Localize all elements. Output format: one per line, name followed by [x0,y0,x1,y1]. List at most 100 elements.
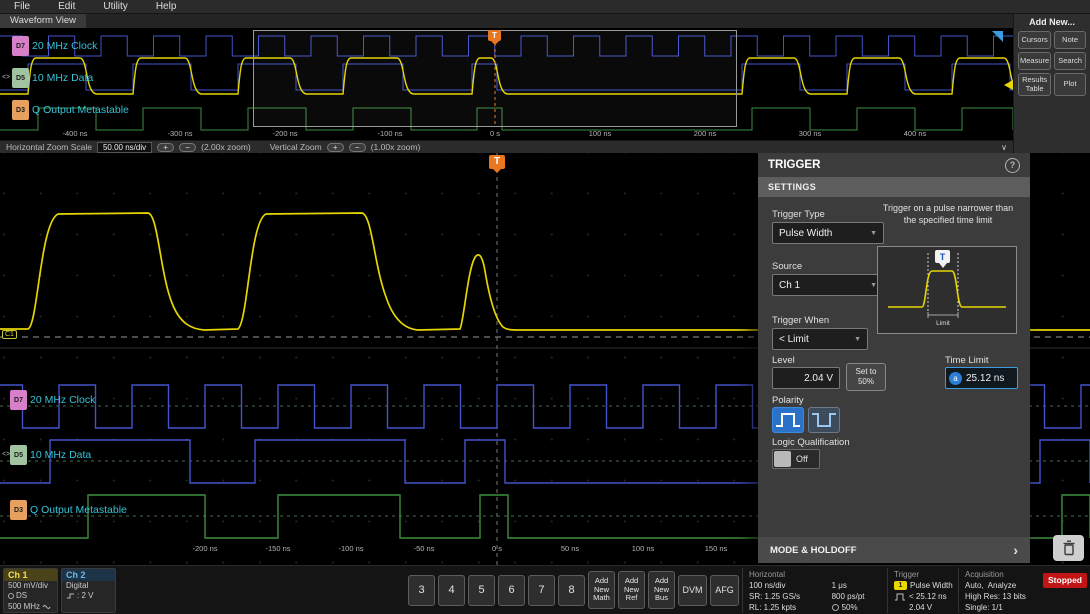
afg-button[interactable]: AFG [710,574,739,606]
channel-button-row: 3 4 5 6 7 8 Add New Math Add New Ref Add New Bus DVM AFG [408,571,739,609]
menu-utility[interactable]: Utility [89,1,141,12]
trigger-status-panel[interactable]: Trigger 1 Pulse Width < 25.12 ns 2.04 V [887,567,955,613]
trigger-type-dropdown[interactable]: Pulse Width ▼ [772,222,884,244]
channel-3-button[interactable]: 3 [408,574,435,606]
cursors-button[interactable]: Cursors [1018,31,1052,49]
channel-label-d3: Q Output Metastable [30,504,127,516]
results-table-button[interactable]: Results Table [1018,73,1052,97]
channel-5-button[interactable]: 5 [468,574,495,606]
horizontal-zoom-scale-value[interactable]: 50.00 ns/div [96,141,153,153]
h-zoom-factor: (2.00x zoom) [201,142,251,152]
pulse-width-icon [895,593,905,600]
channel-badge-d3[interactable]: D3 [12,100,29,120]
add-new-math-button[interactable]: Add New Math [588,571,615,609]
trigger-position-flag-main[interactable]: T [489,155,505,169]
expand-handle-icon[interactable]: <> [2,451,10,458]
waveform-view-tab[interactable]: Waveform View [0,14,86,28]
logic-qualification-label: Logic Qualification [772,437,850,448]
mode-holdoff-section[interactable]: MODE & HOLDOFF › [758,537,1030,563]
channel-badge-d5[interactable]: D5 [12,68,29,88]
acquisition-status-badge: Stopped [1043,573,1087,588]
trigger-status-value: 2.04 V [909,602,933,612]
menu-edit[interactable]: Edit [44,1,89,12]
ch1-bandwidth: 500 MHz [8,601,41,611]
time-label: -50 ns [413,544,435,553]
collapse-chevron-icon[interactable]: ∨ [1001,143,1007,152]
time-label: -100 ns [338,544,364,553]
channel-badge-d3[interactable]: D3 [10,500,27,520]
channel-badge-d7[interactable]: D7 [12,36,29,56]
help-icon[interactable]: ? [1005,157,1020,173]
polarity-positive-button[interactable] [772,407,804,433]
set-to-50-button[interactable]: Set to 50% [846,363,886,391]
ch2-threshold: : 2 V [77,591,94,600]
level-input[interactable]: 2.04 V [772,367,840,389]
trigger-when-dropdown[interactable]: < Limit ▼ [772,328,868,350]
expand-handle-icon[interactable]: <> [2,74,10,81]
logic-qualification-toggle[interactable]: Off [772,449,820,469]
time-label: 0 s [491,544,503,553]
acquisition-value: Single: 1/1 [965,602,1003,612]
time-limit-input[interactable]: a 25.12 ns [945,367,1018,389]
trigger-status-value: 1 Pulse Width [894,580,955,591]
time-label: 0 s [489,129,501,138]
settings-tab[interactable]: SETTINGS [758,177,1030,197]
h-zoom-out-button[interactable]: − [179,142,197,152]
add-new-bus-button[interactable]: Add New Bus [648,571,675,609]
menu-help[interactable]: Help [142,1,191,12]
trigger-type-value: Pulse Width [779,227,833,239]
channel-badge-d5[interactable]: D5 [10,445,27,465]
plot-button[interactable]: Plot [1054,73,1086,97]
zoom-scale-bar: Horizontal Zoom Scale 50.00 ns/div + − (… [0,140,1013,153]
horizontal-value: RL: 1.25 kpts [749,602,797,612]
acquisition-panel[interactable]: Acquisition Auto, Analyze High Res: 13 bi… [958,567,1040,613]
chevron-down-icon: ▼ [870,281,877,289]
channel-6-button[interactable]: 6 [498,574,525,606]
horizontal-panel[interactable]: Horizontal 100 ns/div 1 μs SR: 1.25 GS/s 80… [742,567,884,613]
svg-text:T: T [940,252,946,262]
trigger-status-title: Trigger [894,569,920,579]
menu-file[interactable]: File [0,1,44,12]
overview-strip[interactable]: T D7 20 MHz Clock <> D5 10 MHz Data D3 Q Outpu… [0,28,1013,140]
main-waveform-view[interactable]: T C1 TRIGGER ? SETTINGS Trigger Type Pul… [0,153,1090,565]
time-label: -200 ns [192,544,218,553]
note-button[interactable]: Note [1054,31,1086,49]
channel-8-button[interactable]: 8 [558,574,585,606]
v-zoom-out-button[interactable]: − [348,142,366,152]
trigger-type-label: Trigger Type [772,209,825,220]
ch2-card[interactable]: Ch 2 Digital : 2 V [61,567,116,613]
zoom-indicator-icon[interactable] [992,31,1003,42]
channel-label-d7: 20 MHz Clock [30,394,96,406]
source-dropdown[interactable]: Ch 1 ▼ [772,274,884,296]
channel-label-d5: 10 MHz Data [30,449,92,461]
trigger-description: Trigger on a pulse narrower than the spe… [882,203,1014,225]
time-label: -200 ns [272,129,298,138]
threshold-icon [67,593,74,599]
ch1-label: Ch 1 [4,568,57,581]
v-zoom-in-button[interactable]: + [326,142,344,152]
channel-4-button[interactable]: 4 [438,574,465,606]
trigger-status-value: < 25.12 ns [894,591,955,602]
search-button[interactable]: Search [1054,52,1086,70]
diagram-pulse-waveform [888,270,1006,308]
h-zoom-in-button[interactable]: + [157,142,175,152]
channel-badge-d7[interactable]: D7 [10,390,27,410]
channel-7-button[interactable]: 7 [528,574,555,606]
dvm-button[interactable]: DVM [678,574,707,606]
measure-button[interactable]: Measure [1018,52,1052,70]
chevron-down-icon: ▼ [854,335,861,343]
horizontal-value: SR: 1.25 GS/s [749,591,801,601]
time-label: -150 ns [265,544,291,553]
horizontal-zoom-scale-label: Horizontal Zoom Scale [6,142,92,152]
ch1-card[interactable]: Ch 1 500 mV/div DS 500 MHz [3,567,58,613]
logic-qualification-value: Off [796,454,808,464]
polarity-negative-button[interactable] [808,407,840,433]
horizontal-value: 1 μs [831,580,847,590]
diagram-limit-label: Limit [936,320,950,327]
view-tab-bar: Waveform View [0,14,1013,28]
add-new-ref-button[interactable]: Add New Ref [618,571,645,609]
trash-button[interactable] [1053,535,1084,561]
trigger-panel-title: TRIGGER [768,159,821,171]
ch1-reference-marker[interactable]: C1 [2,330,17,339]
trigger-position-flag[interactable]: T [488,30,501,41]
